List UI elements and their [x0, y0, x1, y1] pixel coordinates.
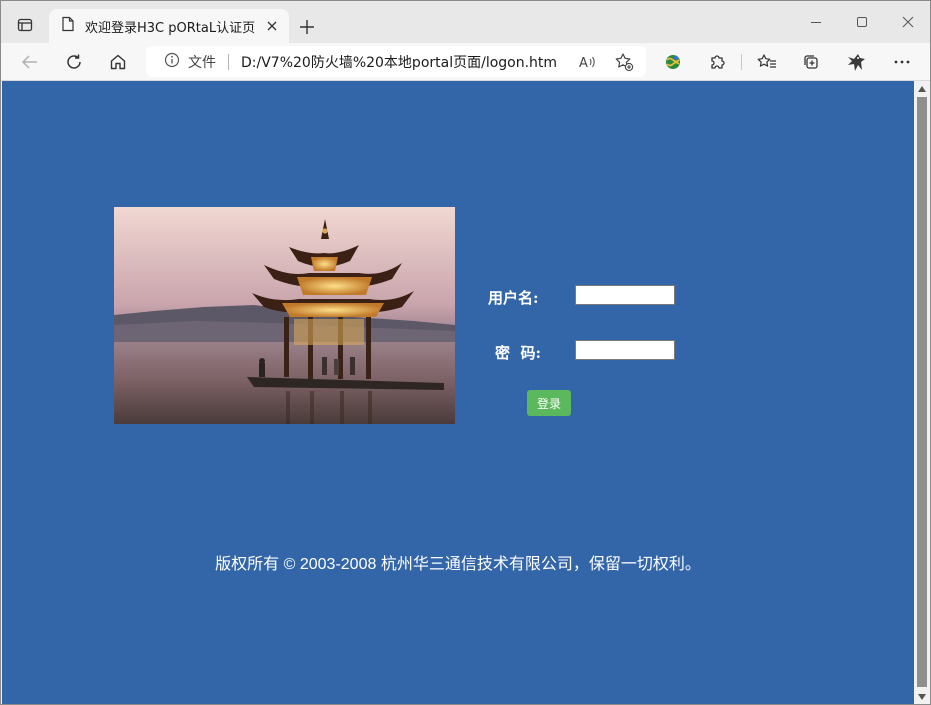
tab-strip: 欢迎登录H3C pORtaL认证页面	[1, 1, 930, 43]
url-text[interactable]: D:/V7%20防火墙%20本地portal页面/logon.htm	[241, 52, 557, 72]
site-info[interactable]: 文件	[164, 52, 216, 72]
tab-active[interactable]: 欢迎登录H3C pORtaL认证页面	[49, 9, 289, 43]
scroll-down-icon[interactable]	[916, 691, 928, 703]
scroll-thumb[interactable]	[917, 97, 927, 687]
site-info-label: 文件	[188, 54, 216, 71]
minimize-icon[interactable]	[801, 9, 831, 35]
home-icon[interactable]	[103, 47, 133, 77]
browser-window: 欢迎登录H3C pORtaL认证页面 文件 D:/V7%20防火墙%20本地po…	[0, 0, 931, 705]
favorites-icon[interactable]	[752, 47, 782, 77]
login-button[interactable]: 登录	[527, 390, 571, 416]
favorite-add-icon[interactable]	[610, 48, 638, 75]
tab-title: 欢迎登录H3C pORtaL认证页面	[85, 20, 255, 36]
puzzle-icon[interactable]	[702, 47, 732, 77]
username-label: 用户名:	[488, 289, 539, 307]
info-icon	[164, 52, 180, 72]
address-divider	[228, 53, 229, 70]
page-scrollbar[interactable]	[914, 81, 930, 704]
portal-page: 用户名: 密 码: 登录 版权所有 © 2003-2008 杭州华三通信技术有限…	[2, 81, 914, 704]
page-icon	[61, 16, 75, 36]
password-label: 密 码:	[495, 344, 541, 362]
tab-actions-icon[interactable]	[9, 11, 41, 39]
username-input[interactable]	[575, 285, 675, 305]
plus-icon[interactable]	[295, 15, 319, 39]
svg-text:A: A	[579, 56, 588, 70]
more-icon[interactable]	[887, 47, 917, 77]
toolbar-divider	[741, 54, 742, 70]
copyright-text: 版权所有 © 2003-2008 杭州华三通信技术有限公司，保留一切权利。	[215, 556, 701, 573]
window-close-icon[interactable]	[893, 9, 923, 35]
back-arrow-icon[interactable]	[15, 47, 45, 77]
pavilion-image	[114, 207, 455, 424]
read-aloud-icon[interactable]: A	[574, 48, 602, 75]
address-bar[interactable]: 文件 D:/V7%20防火墙%20本地portal页面/logon.htm A	[146, 46, 646, 77]
profile-icon[interactable]	[841, 47, 871, 77]
refresh-icon[interactable]	[59, 47, 89, 77]
scroll-up-icon[interactable]	[916, 83, 928, 95]
maximize-icon[interactable]	[847, 9, 877, 35]
collections-icon[interactable]	[796, 47, 826, 77]
close-icon[interactable]	[263, 17, 281, 35]
browser-toolbar: 文件 D:/V7%20防火墙%20本地portal页面/logon.htm A	[1, 43, 930, 81]
password-input[interactable]	[575, 340, 675, 360]
globe-extension-icon[interactable]	[658, 47, 688, 77]
